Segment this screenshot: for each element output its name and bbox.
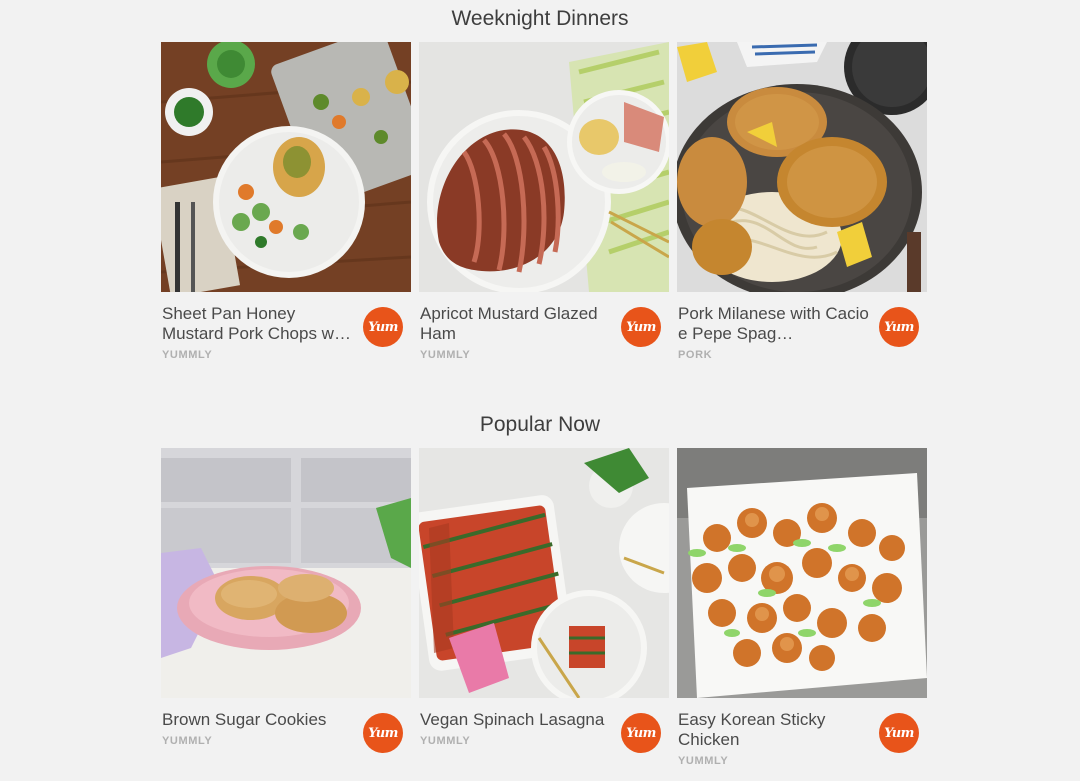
recipe-name[interactable]: Pork Milanese with Cacio e Pepe Spag…: [678, 304, 871, 344]
recipe-source: YUMMLY: [162, 349, 213, 361]
recipe-image-sticky-chicken[interactable]: [677, 448, 927, 698]
recipe-card[interactable]: Apricot Mustard Glazed Ham YUMMLY Yum: [419, 42, 669, 361]
recipe-source: YUMMLY: [420, 735, 471, 747]
recipe-image-pork-chops[interactable]: [161, 42, 411, 292]
recipe-grid: Sheet Pan Honey Mustard Pork Chops w… YU…: [0, 42, 1080, 361]
recipe-name[interactable]: Vegan Spinach Lasagna: [420, 710, 613, 730]
recipe-source: YUMMLY: [420, 349, 471, 361]
recipe-card[interactable]: Pork Milanese with Cacio e Pepe Spag… PO…: [677, 42, 927, 361]
yum-button[interactable]: Yum: [621, 713, 661, 753]
recipe-image-cookies[interactable]: [161, 448, 411, 698]
recipe-image-glazed-ham[interactable]: [419, 42, 669, 292]
yum-button[interactable]: Yum: [621, 307, 661, 347]
recipe-image-pork-milanese[interactable]: [677, 42, 927, 292]
recipe-name[interactable]: Sheet Pan Honey Mustard Pork Chops w…: [162, 304, 355, 344]
section-weeknight-dinners: Weeknight Dinners Sheet Pan Honey Mustar…: [0, 0, 1080, 402]
section-title: Popular Now: [479, 413, 601, 436]
section-popular-now: Popular Now Brown Sugar Cookies YUMMLY Y…: [0, 402, 1080, 767]
yum-button[interactable]: Yum: [363, 713, 403, 753]
yum-button[interactable]: Yum: [879, 713, 919, 753]
recipe-grid: Brown Sugar Cookies YUMMLY Yum Vegan Spi…: [0, 448, 1080, 767]
recipe-card[interactable]: Easy Korean Sticky Chicken YUMMLY Yum: [677, 448, 927, 767]
recipe-source: YUMMLY: [678, 755, 729, 767]
recipe-card[interactable]: Vegan Spinach Lasagna YUMMLY Yum: [419, 448, 669, 767]
recipe-name[interactable]: Apricot Mustard Glazed Ham: [420, 304, 613, 344]
recipe-source: YUMMLY: [162, 735, 213, 747]
yum-button[interactable]: Yum: [363, 307, 403, 347]
recipe-image-lasagna[interactable]: [419, 448, 669, 698]
yum-button[interactable]: Yum: [879, 307, 919, 347]
section-title: Weeknight Dinners: [451, 7, 629, 30]
recipe-name[interactable]: Brown Sugar Cookies: [162, 710, 355, 730]
recipe-source: PORK: [678, 349, 713, 361]
recipe-card[interactable]: Sheet Pan Honey Mustard Pork Chops w… YU…: [161, 42, 411, 361]
recipe-card[interactable]: Brown Sugar Cookies YUMMLY Yum: [161, 448, 411, 767]
recipe-name[interactable]: Easy Korean Sticky Chicken: [678, 710, 871, 750]
